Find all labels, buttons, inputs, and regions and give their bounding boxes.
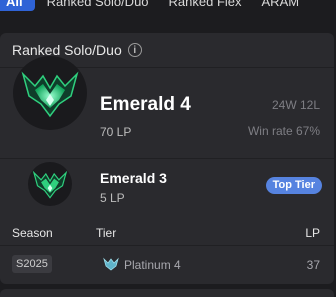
current-rank-name: Emerald 4: [100, 94, 191, 115]
win-loss-record: 24W 12L: [271, 98, 320, 112]
platinum-tier-icon: [103, 257, 119, 271]
emerald-emblem-small-icon: [28, 162, 72, 206]
table-divider: [0, 245, 334, 246]
tab-ranked-flex[interactable]: Ranked Flex: [161, 0, 250, 11]
tab-all[interactable]: All: [0, 0, 35, 11]
season-column-header: Season: [12, 226, 53, 240]
queue-tabs: All Ranked Solo/Duo Ranked Flex ARAM: [0, 0, 336, 11]
top-tier-badge: Top Tier: [265, 177, 322, 194]
row-lp: 37: [306, 258, 320, 272]
info-icon[interactable]: i: [127, 43, 142, 57]
peak-rank-lp: 5 LP: [100, 191, 125, 205]
lp-column-header: LP: [305, 226, 320, 240]
ranked-card: Ranked Solo/Duo i Emerald 4 70 LP 24W 12…: [0, 33, 334, 284]
tab-aram[interactable]: ARAM: [254, 0, 308, 11]
tab-ranked-solo-duo[interactable]: Ranked Solo/Duo: [39, 0, 157, 11]
win-rate: Win rate 67%: [247, 124, 320, 138]
tier-column-header: Tier: [96, 226, 117, 240]
tier-name: Platinum 4: [124, 258, 181, 272]
current-rank-lp: 70 LP: [100, 125, 132, 139]
emerald-emblem-icon: [13, 56, 87, 130]
next-card-edge: [0, 289, 334, 297]
season-badge: S2025: [12, 255, 52, 273]
peak-rank-name: Emerald 3: [100, 170, 167, 186]
